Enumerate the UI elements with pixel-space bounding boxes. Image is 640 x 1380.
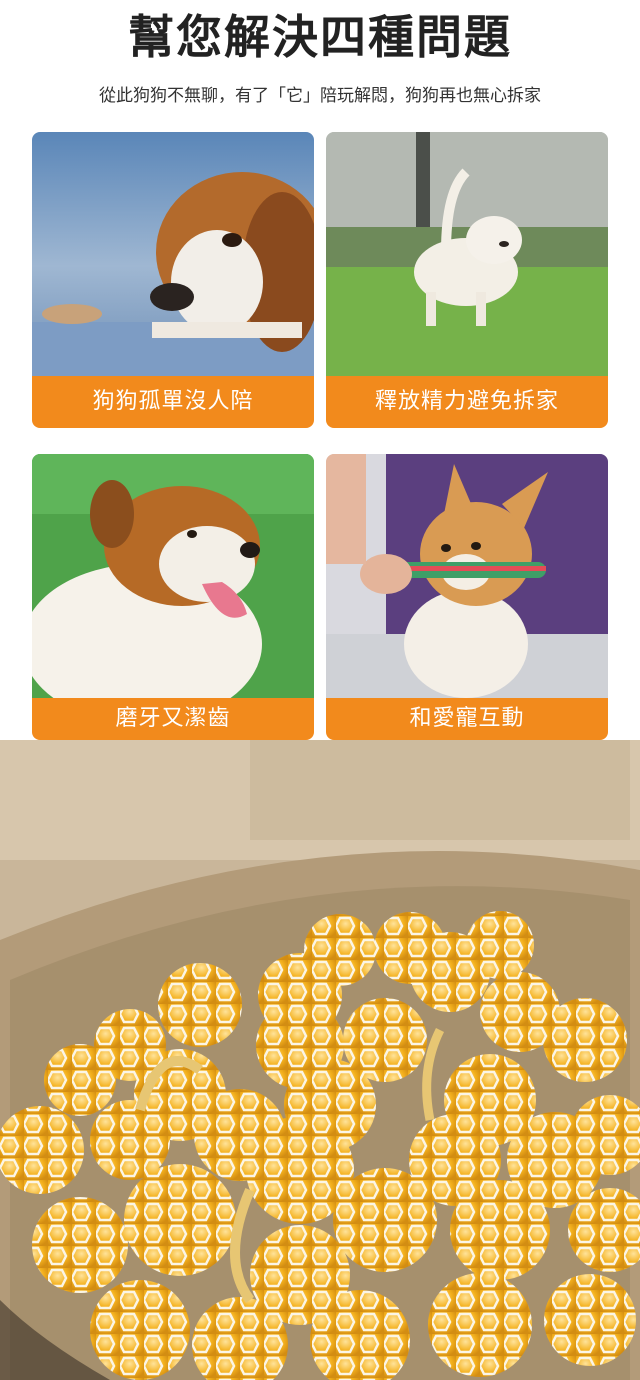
problem-card-energy: 釋放精力避免拆家: [326, 132, 608, 428]
cardboard-box-of-yellow-toy-balls-photo: [0, 740, 640, 1380]
problem-card-interaction: 和愛寵互動: [326, 454, 608, 740]
problems-section: 幫您解決四種問題 從此狗狗不無聊，有了「它」陪玩解悶，狗狗再也無心拆家 狗狗孤單…: [0, 0, 640, 740]
problem-card-teeth: 磨牙又潔齒: [32, 454, 314, 740]
page-subtitle: 從此狗狗不無聊，有了「它」陪玩解悶，狗狗再也無心拆家: [99, 86, 541, 106]
beagle-resting-photo: [32, 132, 314, 376]
card-label: 和愛寵互動: [326, 698, 608, 740]
corgi-with-rope-toy-photo: [326, 454, 608, 698]
collie-tongue-out-photo: [32, 454, 314, 698]
page-title: 幫您解決四種問題: [128, 10, 512, 64]
card-label: 狗狗孤單沒人陪: [32, 376, 314, 428]
card-label: 磨牙又潔齒: [32, 698, 314, 740]
puppy-running-on-grass-photo: [326, 132, 608, 376]
problem-card-lonely: 狗狗孤單沒人陪: [32, 132, 314, 428]
card-label: 釋放精力避免拆家: [326, 376, 608, 428]
